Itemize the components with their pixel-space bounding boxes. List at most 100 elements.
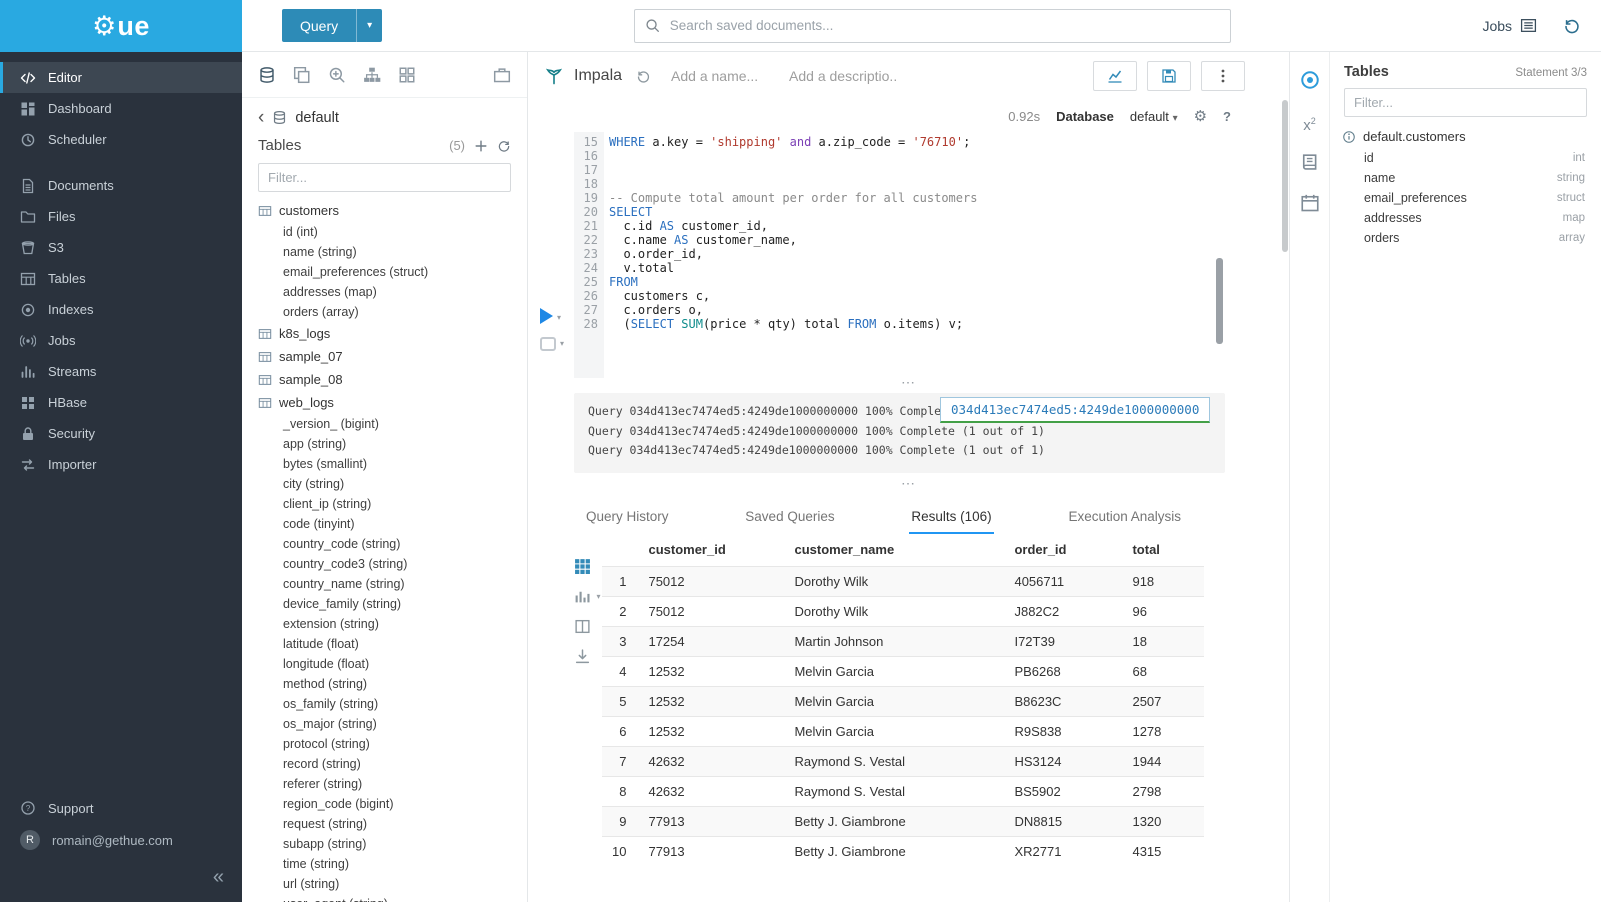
table-row[interactable]: 842632Raymond S. VestalBS59022798: [602, 777, 1204, 807]
field-row[interactable]: namestring: [1330, 168, 1601, 188]
breadcrumb-database[interactable]: default: [295, 110, 339, 126]
table-row[interactable]: 742632Raymond S. VestalHS31241944: [602, 747, 1204, 777]
tree-column[interactable]: _version_ (bigint): [258, 414, 519, 434]
tab-saved-queries[interactable]: Saved Queries: [743, 502, 836, 534]
tree-column[interactable]: method (string): [258, 674, 519, 694]
grid-view-button[interactable]: [574, 558, 591, 575]
language-reference-icon[interactable]: [1300, 152, 1320, 172]
info-icon[interactable]: [1342, 130, 1356, 144]
execute-button[interactable]: [540, 308, 553, 324]
tables-filter-input[interactable]: [258, 163, 511, 192]
history-icon[interactable]: [1563, 17, 1581, 35]
sidebar-item-indexes[interactable]: Indexes: [0, 294, 242, 325]
field-row[interactable]: idint: [1330, 148, 1601, 168]
sitemap-source-icon[interactable]: [363, 66, 381, 84]
tab-results[interactable]: Results (106): [909, 502, 993, 534]
assistant-icon[interactable]: [1300, 70, 1320, 90]
resize-handle-bottom[interactable]: ⋯: [528, 479, 1289, 492]
session-source-icon[interactable]: [493, 66, 511, 84]
tree-table-sample_08[interactable]: sample_08: [258, 368, 519, 391]
execute-options-caret[interactable]: ▾: [557, 313, 561, 322]
documents-source-icon[interactable]: [293, 66, 311, 84]
field-row[interactable]: ordersarray: [1330, 228, 1601, 248]
tree-table-web_logs[interactable]: web_logs: [258, 391, 519, 414]
tree-column[interactable]: latitude (float): [258, 634, 519, 654]
editor-help-icon[interactable]: ?: [1223, 109, 1231, 124]
table-row[interactable]: 512532Melvin GarciaB8623C2507: [602, 687, 1204, 717]
refresh-icon[interactable]: [497, 139, 511, 153]
sidebar-item-support[interactable]: ? Support: [0, 792, 242, 824]
functions-icon[interactable]: x2: [1300, 111, 1320, 131]
table-row[interactable]: 175012Dorothy Wilk4056711918: [602, 567, 1204, 597]
tab-execution-analysis[interactable]: Execution Analysis: [1066, 502, 1183, 534]
chart-view-button[interactable]: ▾: [574, 588, 591, 605]
tree-column[interactable]: os_major (string): [258, 714, 519, 734]
databases-source-icon[interactable]: [258, 66, 276, 84]
hue-logo[interactable]: ⚙ ue: [0, 0, 242, 52]
sidebar-item-files[interactable]: Files: [0, 201, 242, 232]
tree-column[interactable]: id (int): [258, 222, 519, 242]
tree-column[interactable]: name (string): [258, 242, 519, 262]
sidebar-user[interactable]: R romain@gethue.com: [0, 824, 242, 856]
add-table-icon[interactable]: [474, 139, 488, 153]
table-row[interactable]: 317254Martin JohnsonI72T3918: [602, 627, 1204, 657]
query-history-icon[interactable]: [636, 69, 651, 84]
tree-column[interactable]: longitude (float): [258, 654, 519, 674]
settings-gear-icon[interactable]: ⚙: [1194, 107, 1207, 125]
tree-column[interactable]: request (string): [258, 814, 519, 834]
resize-handle-top[interactable]: ⋯: [528, 378, 1289, 391]
search-source-icon[interactable]: [328, 66, 346, 84]
sidebar-item-s3[interactable]: S3: [0, 232, 242, 263]
sidebar-item-documents[interactable]: Documents: [0, 170, 242, 201]
tree-column[interactable]: orders (array): [258, 302, 519, 322]
jobs-link[interactable]: Jobs: [1482, 17, 1537, 34]
sidebar-item-hbase[interactable]: HBase: [0, 387, 242, 418]
query-button[interactable]: Query: [282, 9, 356, 42]
tree-column[interactable]: country_code (string): [258, 534, 519, 554]
sidebar-item-streams[interactable]: Streams: [0, 356, 242, 387]
table-row[interactable]: 1077913Betty J. GiambroneXR27714315: [602, 837, 1204, 867]
query-name-input[interactable]: [669, 67, 777, 85]
sidebar-item-editor[interactable]: Editor: [0, 62, 242, 93]
tree-column[interactable]: email_preferences (struct): [258, 262, 519, 282]
more-button[interactable]: [1201, 61, 1245, 91]
tree-column[interactable]: protocol (string): [258, 734, 519, 754]
job-id-popover[interactable]: 034d413ec7474ed5:4249de1000000000: [940, 397, 1210, 423]
tree-column[interactable]: os_family (string): [258, 694, 519, 714]
sidebar-item-tables[interactable]: Tables: [0, 263, 242, 294]
tree-column[interactable]: client_ip (string): [258, 494, 519, 514]
right-filter-input[interactable]: [1344, 88, 1587, 117]
apps-source-icon[interactable]: [398, 66, 416, 84]
tree-table-customers[interactable]: customers: [258, 199, 519, 222]
table-row[interactable]: 412532Melvin GarciaPB626868: [602, 657, 1204, 687]
column-header[interactable]: customer_name: [784, 536, 1004, 567]
search-input[interactable]: [668, 17, 1220, 34]
sidebar-item-importer[interactable]: Importer: [0, 449, 242, 480]
tree-column[interactable]: referer (string): [258, 774, 519, 794]
sidebar-collapse-button[interactable]: «: [0, 856, 242, 902]
tree-column[interactable]: bytes (smallint): [258, 454, 519, 474]
tree-column[interactable]: record (string): [258, 754, 519, 774]
sidebar-item-scheduler[interactable]: Scheduler: [0, 124, 242, 155]
back-chevron-icon[interactable]: ‹: [258, 108, 264, 127]
tree-column[interactable]: code (tinyint): [258, 514, 519, 534]
table-row[interactable]: 612532Melvin GarciaR9S8381278: [602, 717, 1204, 747]
tree-column[interactable]: url (string): [258, 874, 519, 894]
tree-column[interactable]: extension (string): [258, 614, 519, 634]
tree-column[interactable]: subapp (string): [258, 834, 519, 854]
editor-context-caret[interactable]: ▾: [560, 339, 564, 348]
database-selector[interactable]: default ▾: [1130, 109, 1178, 124]
table-row[interactable]: 275012Dorothy WilkJ882C296: [602, 597, 1204, 627]
engine-name[interactable]: Impala: [574, 67, 622, 85]
field-row[interactable]: email_preferencesstruct: [1330, 188, 1601, 208]
download-view-button[interactable]: [574, 648, 591, 665]
sidebar-item-jobs[interactable]: Jobs: [0, 325, 242, 356]
tree-column[interactable]: user_agent (string): [258, 894, 519, 902]
sql-editor[interactable]: ▾ ▾ 1516171819202122232425262728 WHERE a…: [528, 132, 1289, 378]
tree-column[interactable]: country_name (string): [258, 574, 519, 594]
schedule-icon[interactable]: [1300, 193, 1320, 213]
tree-table-sample_07[interactable]: sample_07: [258, 345, 519, 368]
column-header[interactable]: total: [1122, 536, 1204, 567]
tree-column[interactable]: country_code3 (string): [258, 554, 519, 574]
tree-column[interactable]: region_code (bigint): [258, 794, 519, 814]
